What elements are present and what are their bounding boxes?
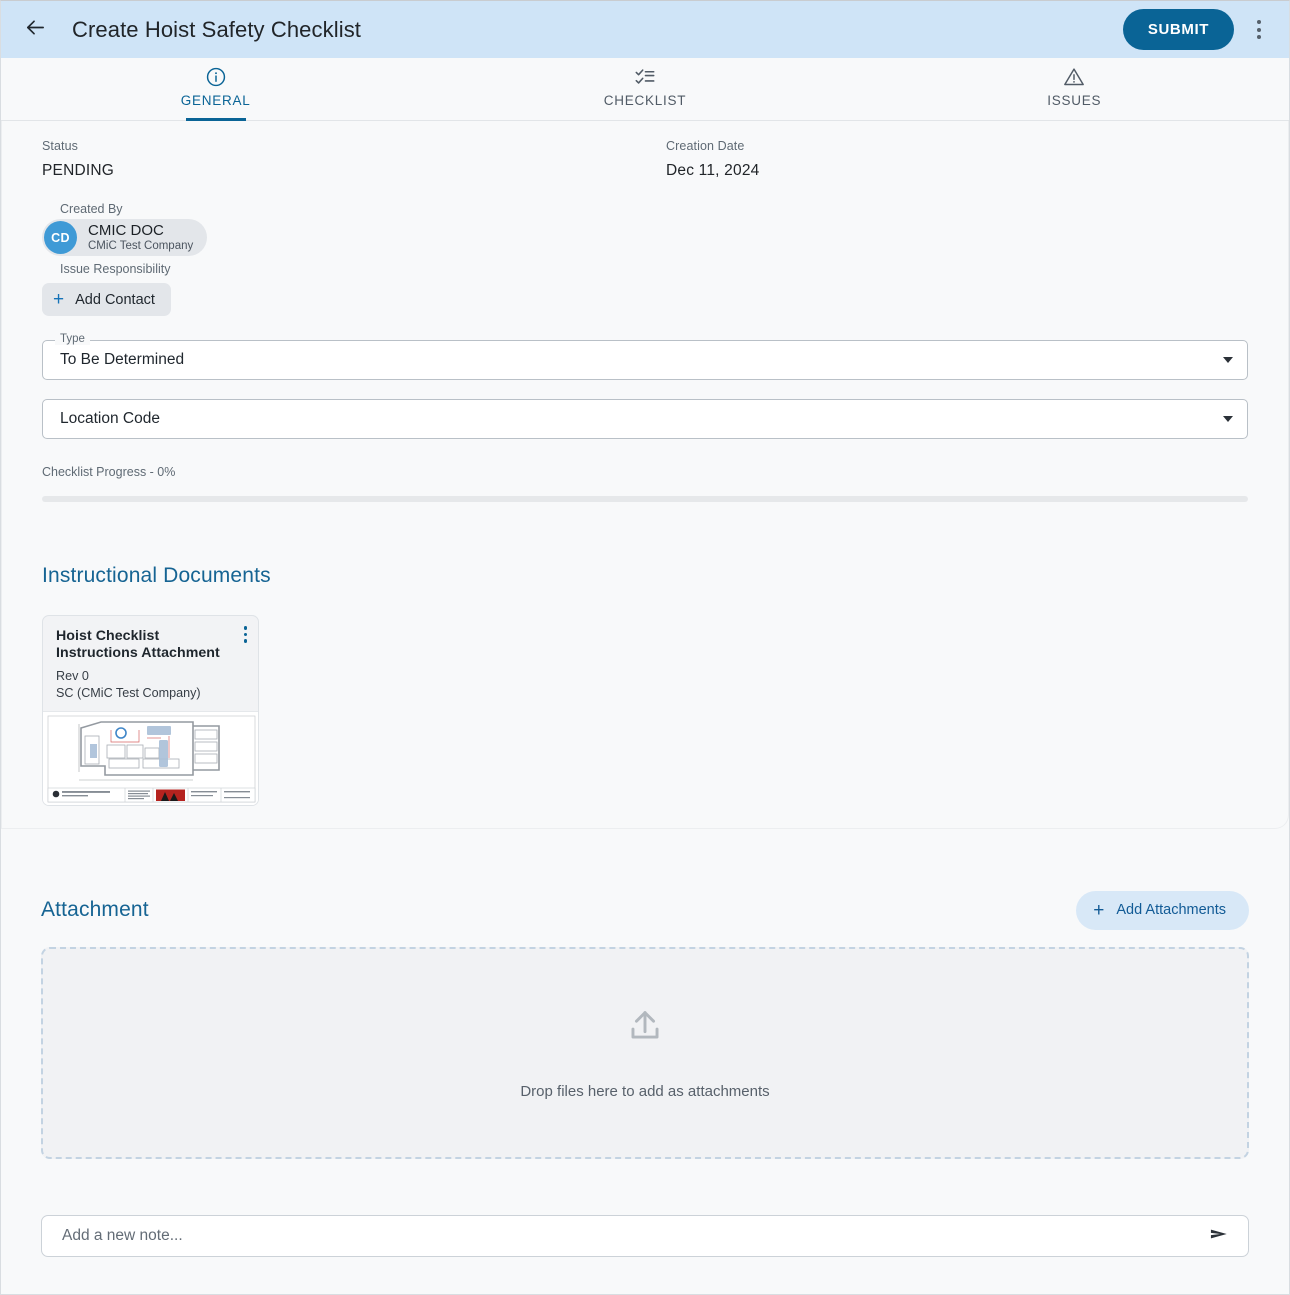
tab-general[interactable]: GENERAL bbox=[1, 58, 430, 120]
created-by-chip[interactable]: CD CMIC DOC CMiC Test Company bbox=[42, 219, 208, 256]
status-label: Status bbox=[42, 139, 79, 153]
plus-icon: + bbox=[1093, 899, 1105, 921]
created-by-text: CMIC DOC CMiC Test Company bbox=[88, 221, 194, 253]
checklist-icon bbox=[634, 66, 656, 88]
floor-plan-drawing-icon bbox=[43, 711, 258, 805]
note-input[interactable] bbox=[60, 1225, 1204, 1246]
add-attachments-button[interactable]: + Add Attachments bbox=[1076, 890, 1249, 930]
general-section: Status PENDING Creation Date Dec 11, 202… bbox=[1, 121, 1289, 829]
tab-general-label: GENERAL bbox=[180, 93, 251, 108]
checklist-progress-label: Checklist Progress - 0% bbox=[42, 465, 176, 479]
chevron-down-icon bbox=[1223, 416, 1233, 422]
add-attachments-label: Add Attachments bbox=[1116, 902, 1226, 918]
creation-date-column: Creation Date Dec 11, 2024 bbox=[666, 139, 1248, 180]
send-note-button[interactable] bbox=[1204, 1221, 1234, 1251]
tab-issues[interactable]: ISSUES bbox=[860, 58, 1289, 120]
document-title: Hoist Checklist Instructions Attachment bbox=[56, 628, 220, 661]
appbar-overflow-menu-button[interactable] bbox=[1243, 10, 1275, 50]
more-vertical-icon-dot bbox=[1257, 27, 1261, 32]
more-vertical-icon-dot bbox=[243, 632, 247, 636]
location-code-value: Location Code bbox=[60, 410, 160, 427]
instructional-document-card[interactable]: Hoist Checklist Instructions Attachment … bbox=[42, 615, 259, 806]
created-by-company: CMiC Test Company bbox=[88, 240, 194, 253]
warning-triangle-icon bbox=[1063, 66, 1085, 88]
issue-responsibility-group: Issue Responsibility + Add Contact bbox=[42, 262, 1248, 316]
document-revision: Rev 0 bbox=[56, 668, 89, 683]
more-vertical-icon-dot bbox=[1257, 20, 1261, 24]
arrow-left-icon bbox=[24, 16, 47, 44]
document-card-header: Hoist Checklist Instructions Attachment … bbox=[43, 616, 258, 711]
avatar: CD bbox=[44, 221, 77, 254]
chevron-down-icon bbox=[1223, 357, 1233, 363]
created-by-name: CMIC DOC bbox=[88, 221, 164, 239]
tab-bar: GENERAL CHECKLIST ISSUES bbox=[1, 58, 1289, 121]
add-contact-label: Add Contact bbox=[75, 291, 155, 308]
send-icon bbox=[1208, 1223, 1230, 1248]
attachment-section: Attachment + Add Attachments Drop files … bbox=[41, 829, 1249, 1159]
type-legend: Type bbox=[55, 333, 90, 345]
creation-date-label: Creation Date bbox=[666, 139, 745, 153]
created-by-label: Created By bbox=[60, 202, 123, 216]
location-code-select[interactable]: Location Code bbox=[42, 399, 1248, 439]
type-select[interactable]: Type To Be Determined bbox=[42, 333, 1248, 380]
document-menu-button[interactable] bbox=[243, 626, 247, 643]
tab-checklist[interactable]: CHECKLIST bbox=[430, 58, 859, 120]
document-owner: SC (CMiC Test Company) bbox=[56, 685, 201, 700]
upload-icon bbox=[626, 1006, 664, 1049]
info-circle-icon bbox=[205, 66, 227, 88]
issue-responsibility-label: Issue Responsibility bbox=[60, 262, 171, 276]
page-title: Create Hoist Safety Checklist bbox=[72, 16, 362, 42]
creation-date-value: Dec 11, 2024 bbox=[666, 162, 760, 179]
note-box bbox=[41, 1214, 1249, 1257]
created-by-group: Created By CD CMIC DOC CMiC Test Company bbox=[42, 202, 1248, 256]
plus-icon: + bbox=[53, 289, 65, 310]
content-area: Status PENDING Creation Date Dec 11, 202… bbox=[1, 121, 1289, 1257]
status-column: Status PENDING bbox=[42, 139, 666, 180]
more-vertical-icon-dot bbox=[243, 626, 247, 630]
document-thumbnail[interactable] bbox=[43, 710, 258, 805]
type-value: To Be Determined bbox=[60, 351, 185, 368]
submit-button[interactable]: SUBMIT bbox=[1122, 9, 1234, 50]
dropzone-text: Drop files here to add as attachments bbox=[520, 1082, 770, 1100]
tab-checklist-label: CHECKLIST bbox=[603, 93, 687, 108]
back-button[interactable] bbox=[17, 12, 53, 48]
note-section bbox=[41, 1159, 1249, 1257]
tab-issues-label: ISSUES bbox=[1047, 93, 1102, 108]
status-value: PENDING bbox=[42, 162, 115, 179]
instructional-documents-title: Instructional Documents bbox=[42, 564, 271, 587]
more-vertical-icon-dot bbox=[243, 639, 247, 643]
instructional-documents-section: Instructional Documents Hoist Checklist … bbox=[42, 502, 1248, 806]
attachment-header: Attachment + Add Attachments bbox=[41, 890, 1249, 930]
attachment-dropzone[interactable]: Drop files here to add as attachments bbox=[41, 946, 1249, 1159]
app-bar: Create Hoist Safety Checklist SUBMIT bbox=[1, 1, 1289, 58]
more-vertical-icon-dot bbox=[1257, 35, 1261, 39]
add-contact-button[interactable]: + Add Contact bbox=[42, 283, 171, 316]
app-page: Create Hoist Safety Checklist SUBMIT GEN… bbox=[0, 0, 1290, 1295]
attachment-title: Attachment bbox=[41, 898, 149, 921]
status-date-row: Status PENDING Creation Date Dec 11, 202… bbox=[42, 121, 1248, 180]
